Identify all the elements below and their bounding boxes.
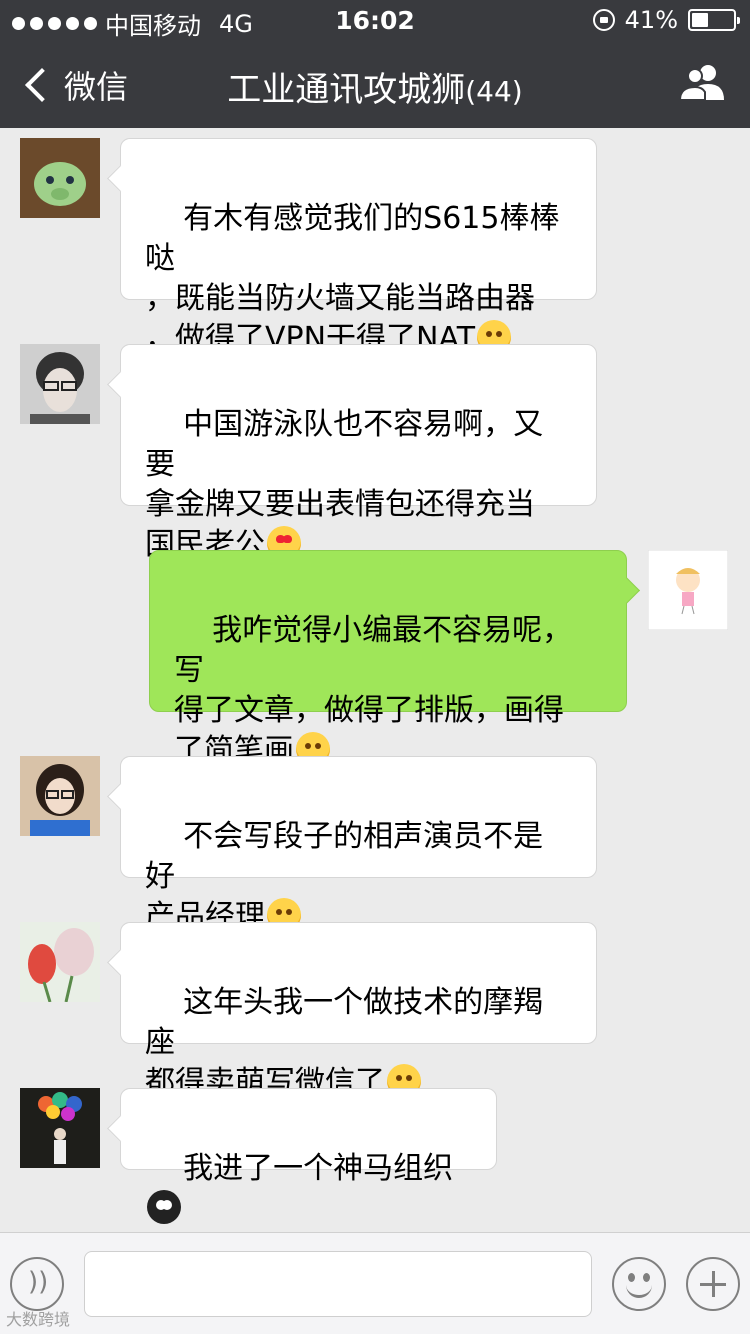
voice-input-button[interactable]: )) [10,1257,64,1311]
avatar[interactable] [20,922,100,1002]
message-bubble[interactable]: 中国游泳队也不容易啊，又要 拿金牌又要出表情包还得充当 国民老公 [120,344,597,562]
message-text: 这年头我一个做技术的摩羯座 都得卖萌写微信了 [145,985,544,1100]
message-bubble[interactable]: 这年头我一个做技术的摩羯座 都得卖萌写微信了 [120,922,597,1100]
navigation-bar: 微信 工业通讯攻城狮(44) [0,40,750,128]
battery-percent: 41% [624,6,678,34]
message-text: 我咋觉得小编最不容易呢，写 得了文章，做得了排版，画得 了简笔画 [174,613,573,768]
rotation-lock-icon [592,9,615,31]
group-name: 工业通讯攻城狮 [227,70,466,110]
my-avatar[interactable] [648,550,728,630]
message-bubble[interactable]: 不会写段子的相声演员不是好 产品经理 [120,756,597,934]
owl-emoji-icon [147,1190,181,1224]
message-text: 中国游泳队也不容易啊，又要 拿金牌又要出表情包还得充当 国民老公 [145,407,544,562]
message-input[interactable] [84,1251,592,1317]
message-text: 不会写段子的相声演员不是好 产品经理 [145,819,544,934]
top-bar: 中国移动 4G 16:02 41% 微信 工业通讯攻城狮(44) [0,0,750,128]
battery-icon [688,9,740,31]
status-bar: 中国移动 4G 16:02 41% [0,0,750,40]
message-bubble[interactable]: 我进了一个神马组织 [120,1088,497,1224]
watermark: 大数跨境 [6,1310,71,1329]
input-toolbar: )) [0,1232,750,1334]
smiley-face-icon [626,1281,652,1298]
more-options-button[interactable] [686,1257,740,1311]
message-bubble-outgoing[interactable]: 我咋觉得小编最不容易呢，写 得了文章，做得了排版，画得 了简笔画 [149,550,627,768]
voice-icon: )) [28,1267,49,1297]
chat-title: 工业通讯攻城狮(44) [0,62,750,111]
message-text: 我进了一个神马组织 [183,1151,454,1186]
emoji-button[interactable] [612,1257,666,1311]
avatar[interactable] [20,1088,100,1168]
avatar[interactable] [20,756,100,836]
group-members-icon[interactable] [678,62,726,102]
chat-area[interactable]: 有木有感觉我们的S615棒棒哒 ，既能当防火墙又能当路由器 ，做得了VPN干得了… [0,128,750,1232]
message-bubble[interactable]: 有木有感觉我们的S615棒棒哒 ，既能当防火墙又能当路由器 ，做得了VPN干得了… [120,138,597,356]
avatar[interactable] [20,344,100,424]
member-count: (44) [465,75,523,108]
avatar[interactable] [20,138,100,218]
